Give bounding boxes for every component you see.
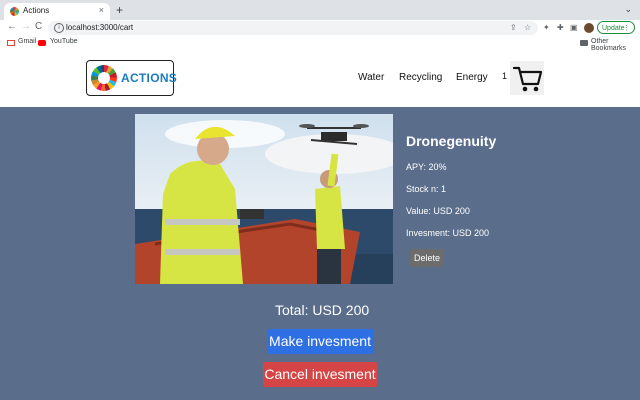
site-info-icon[interactable]: i [54, 23, 64, 33]
share-icon[interactable]: ⇪ [510, 23, 517, 32]
tab-search-icon[interactable]: ⌄ [624, 4, 632, 15]
product-value: Value: USD 200 [406, 206, 470, 216]
browser-tab[interactable]: Actions × [4, 3, 110, 20]
update-button[interactable]: Update ⋮ [597, 21, 635, 34]
nav-link-recycling[interactable]: Recycling [399, 72, 442, 83]
make-investment-button[interactable]: Make invesment [267, 329, 373, 354]
browser-tab-bar: Actions × + ⌄ [0, 0, 640, 20]
browser-toolbar: ← → C i localhost:3000/cart ⇪ ☆ ✦ ✚ ▣ [0, 20, 640, 37]
product-stock: Stock n: 1 [406, 184, 447, 194]
youtube-icon [38, 40, 46, 46]
new-tab-button[interactable]: + [116, 3, 123, 17]
product-name: Dronegenuity [406, 133, 497, 149]
nav-link-energy[interactable]: Energy [456, 72, 488, 83]
extensions-puzzle-icon[interactable]: ✚ [557, 23, 564, 32]
extension-icon[interactable]: ✦ [543, 23, 550, 32]
delete-button[interactable]: Delete [410, 249, 444, 267]
favicon-icon [10, 7, 19, 16]
nav-link-water[interactable]: Water [358, 72, 384, 83]
cart-total: Total: USD 200 [275, 302, 370, 318]
url-text[interactable]: localhost:3000/cart [66, 23, 133, 32]
bookmark-youtube[interactable]: YouTube [50, 38, 78, 45]
site-logo[interactable]: ACTIONS [86, 60, 178, 96]
gmail-icon [7, 40, 15, 46]
address-bar[interactable]: i localhost:3000/cart ⇪ ☆ [48, 21, 538, 35]
bookmark-gmail[interactable]: Gmail [18, 38, 36, 45]
cart-count-badge: 1 [502, 71, 508, 81]
folder-icon [580, 40, 588, 46]
product-apy: APY: 20% [406, 162, 447, 172]
profile-avatar[interactable] [584, 23, 594, 33]
sdg-wheel-icon [91, 65, 117, 91]
logo-text: ACTIONS [121, 71, 178, 85]
cancel-investment-button[interactable]: Cancel invesment [263, 362, 377, 387]
reload-icon[interactable]: C [35, 21, 42, 32]
product-image [135, 114, 393, 284]
back-icon[interactable]: ← [7, 21, 17, 32]
bookmarks-bar: Gmail YouTube Other Bookmarks [0, 37, 640, 52]
product-investment: Invesment: USD 200 [406, 228, 490, 238]
side-panel-icon[interactable]: ▣ [570, 23, 578, 32]
site-header: ACTIONS Water Recycling Energy 1 [0, 50, 640, 107]
bookmark-star-icon[interactable]: ☆ [524, 23, 531, 32]
cart-icon[interactable] [510, 61, 544, 95]
update-label: Update [602, 25, 625, 32]
forward-icon[interactable]: → [21, 21, 31, 32]
more-menu-icon[interactable]: ⋮ [623, 22, 630, 35]
tab-title: Actions [23, 6, 50, 15]
tab-close-icon[interactable]: × [99, 5, 104, 15]
